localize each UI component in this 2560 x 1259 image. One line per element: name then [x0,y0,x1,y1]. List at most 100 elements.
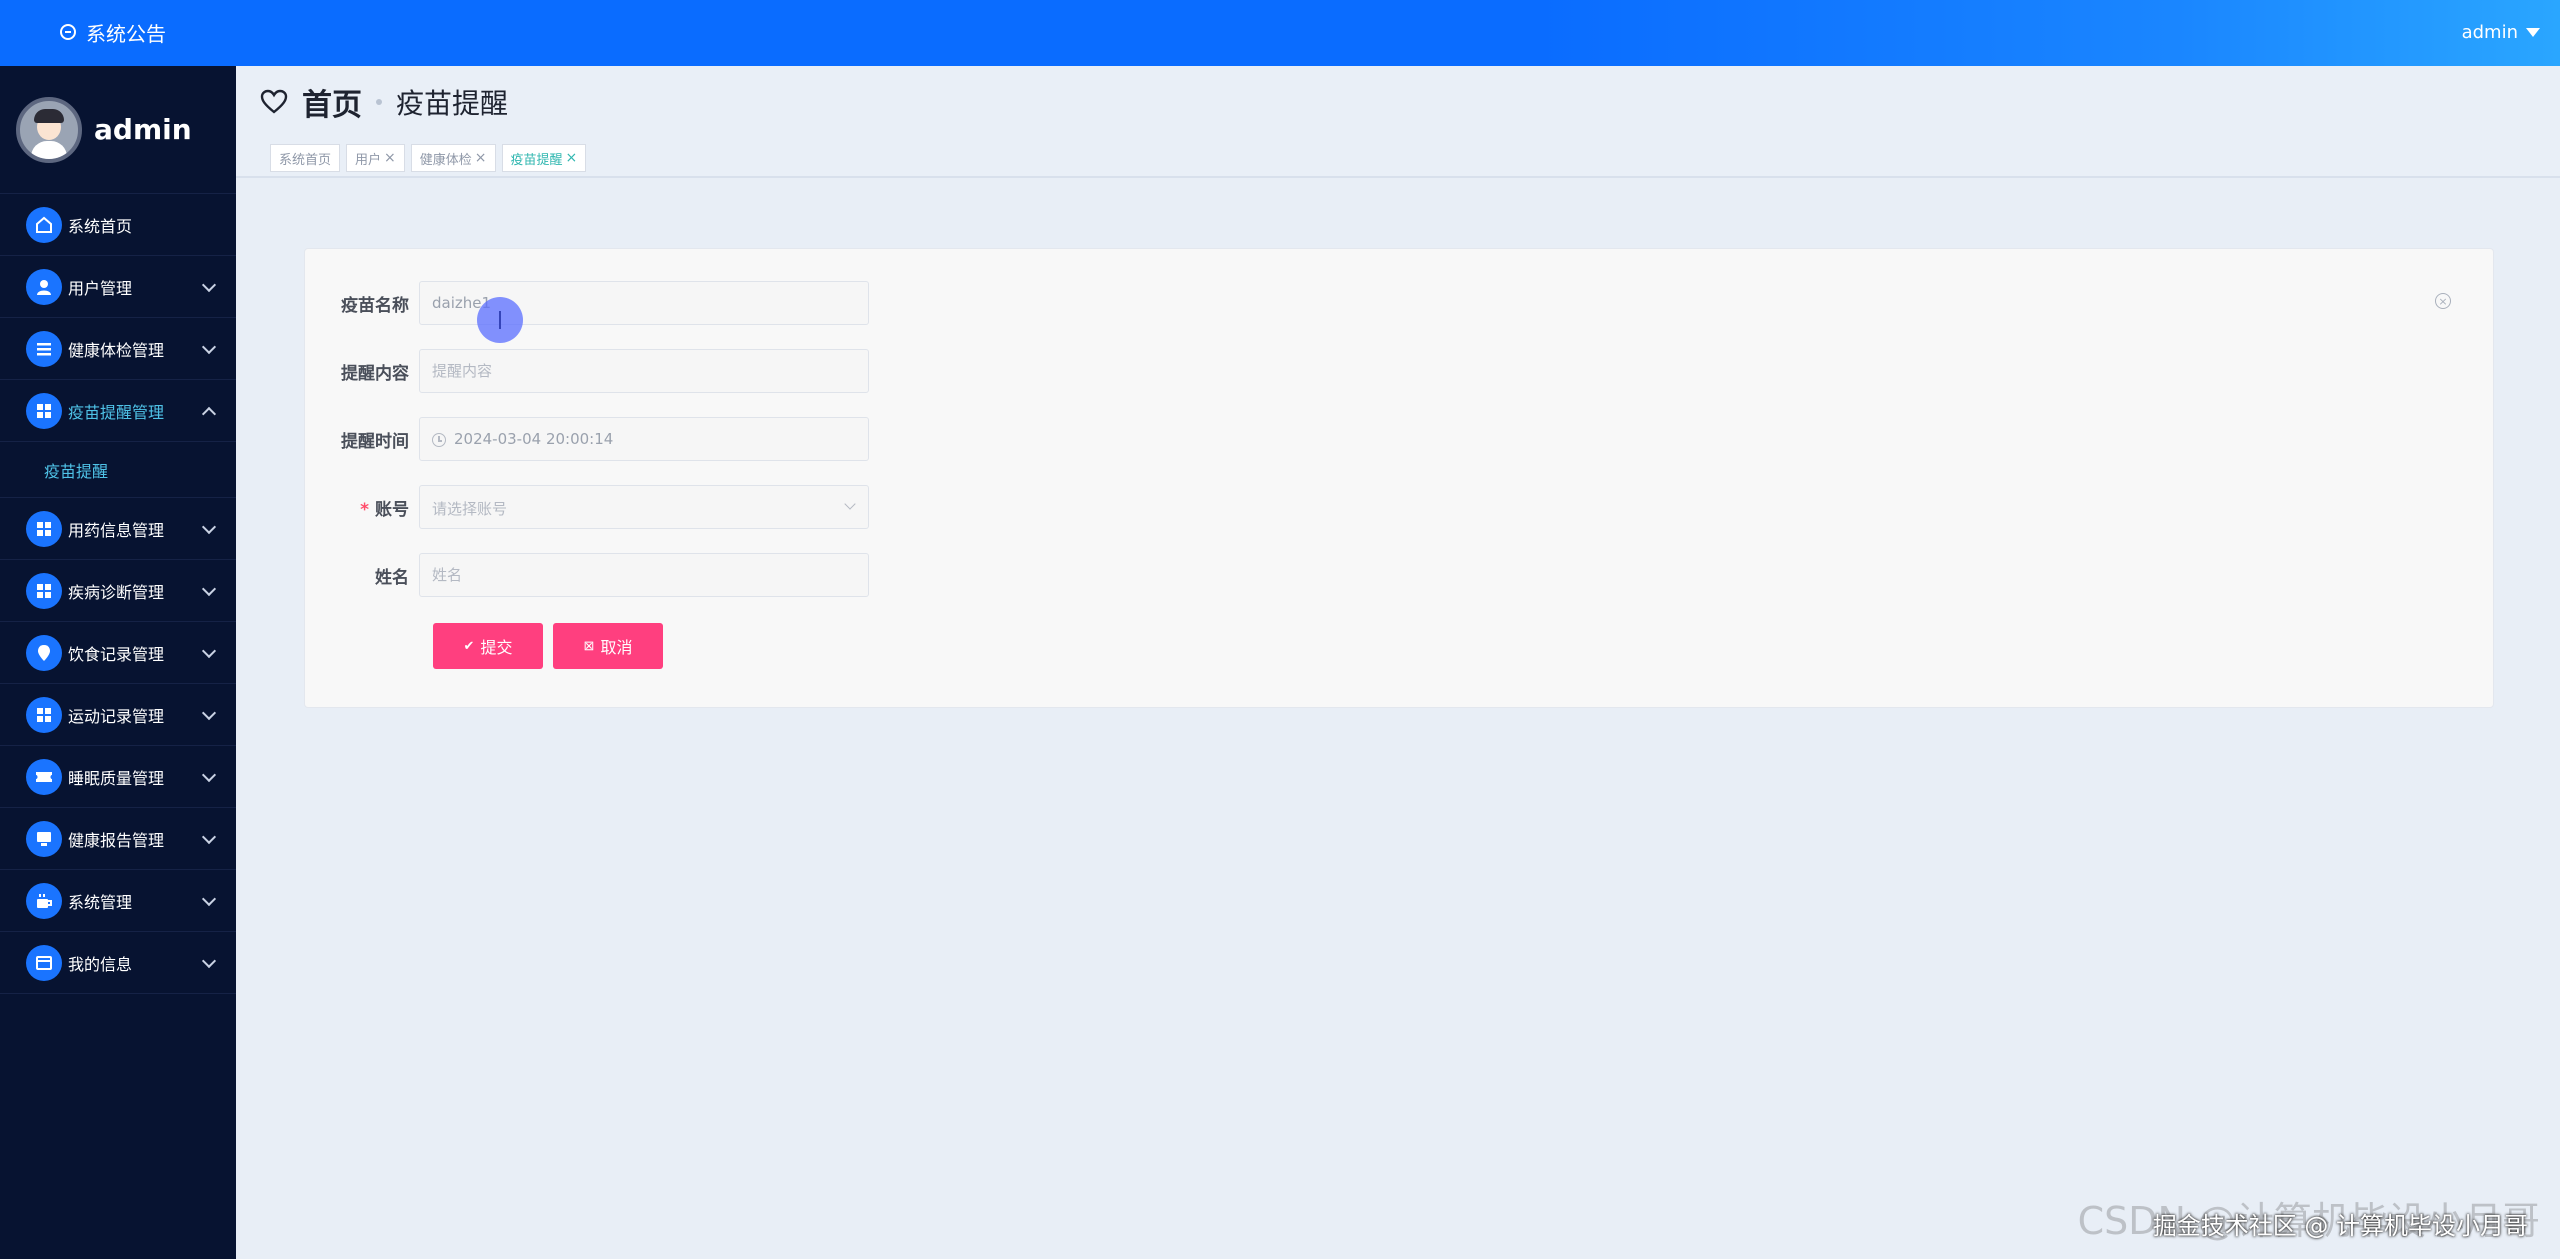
breadcrumb-separator [376,99,382,105]
chevron-down-icon [201,277,217,293]
tab-system-home[interactable]: 系统首页 [270,144,341,172]
form-row-vaccine-name: 疫苗名称 [305,281,869,325]
reminder-time-value: 2024-03-04 20:00:14 [454,430,614,448]
sidebar-item-label: 疾病诊断管理 [68,582,165,602]
chevron-down-icon [844,498,856,510]
chevron-down-icon [201,705,217,721]
user-icon [26,268,62,305]
sidebar-item-label: 健康体检管理 [68,340,165,360]
caret-down-icon [2526,27,2540,37]
check-icon: ✔ [463,638,475,653]
chevron-down-icon [201,519,217,535]
chevron-down-icon [201,829,217,845]
card-icon [26,944,62,981]
sidebar-item-label: 运动记录管理 [68,706,165,726]
submit-button[interactable]: ✔ 提交 [433,623,543,669]
account-label: * 账号 [305,495,419,520]
reminder-content-label: 提醒内容 [341,363,409,384]
close-circle-icon[interactable]: × [2435,293,2451,309]
form-row-name: 姓名 [305,553,869,597]
chevron-down-icon [201,339,217,355]
sidebar-item-health-check[interactable]: 健康体检管理 [0,318,236,380]
account-select-placeholder: 请选择账号 [432,500,508,518]
breadcrumb-home[interactable]: 首页 [302,80,362,124]
home-icon [26,206,62,243]
account-label-text: 账号 [375,499,409,520]
chevron-down-icon [201,953,217,969]
sidebar-item-exercise[interactable]: 运动记录管理 [0,684,236,746]
text-cursor [499,311,501,329]
sidebar-item-label: 我的信息 [68,954,133,974]
chevron-down-icon [201,767,217,783]
sidebar-item-label: 系统首页 [68,216,133,236]
sidebar-item-label: 健康报告管理 [68,830,165,850]
reminder-time-picker[interactable]: 2024-03-04 20:00:14 [419,417,869,461]
sidebar-item-health-report[interactable]: 健康报告管理 [0,808,236,870]
cancel-button[interactable]: ⊠ 取消 [553,623,663,669]
sidebar-item-label: 系统管理 [68,892,133,912]
grid-icon [26,392,62,429]
heart-icon [260,89,288,114]
grid-icon [26,510,62,547]
watermark-overlay: 掘金技术社区 @ 计算机毕设小月哥 [2152,1212,2528,1240]
sidebar-item-label: 用药信息管理 [68,520,165,540]
breadcrumb: 首页 疫苗提醒 [260,80,509,124]
sidebar-item-medication[interactable]: 用药信息管理 [0,498,236,560]
breadcrumb-current: 疫苗提醒 [396,87,509,120]
vaccine-name-label: 疫苗名称 [341,295,409,316]
announcement-link[interactable]: 系统公告 [60,18,166,46]
avatar [16,96,82,163]
sidebar-item-users[interactable]: 用户管理 [0,256,236,318]
tab-vaccine-reminder[interactable]: 疫苗提醒 × [501,144,587,172]
sidebar-item-label: 睡眠质量管理 [68,768,165,788]
reminder-time-label: 提醒时间 [341,431,409,452]
close-box-icon: ⊠ [583,638,595,653]
sidebar-item-diagnosis[interactable]: 疾病诊断管理 [0,560,236,622]
tab-label: 系统首页 [279,152,332,168]
list-icon [26,330,62,367]
clock-icon [432,433,446,447]
name-label: 姓名 [375,567,409,588]
tab-health-check[interactable]: 健康体检 × [410,144,496,172]
vaccine-reminder-form: × 疫苗名称 提醒内容 提醒时间 2024-03-04 20:00:14 * 账号… [304,248,2494,708]
grid-icon [26,572,62,609]
tab-user[interactable]: 用户 × [346,144,405,172]
reminder-content-input[interactable] [419,349,869,393]
chevron-down-icon [201,643,217,659]
sidebar-item-sleep[interactable]: 睡眠质量管理 [0,746,236,808]
close-icon[interactable]: × [566,150,578,166]
tab-tags: 系统首页 用户 × 健康体检 × 疫苗提醒 × [270,144,587,172]
ticket-icon [26,758,62,795]
sidebar-subitem-label: 疫苗提醒 [44,461,109,481]
close-icon[interactable]: × [475,150,487,166]
top-bar: 系统公告 admin [0,0,2560,66]
tab-label: 用户 [355,152,382,168]
tab-label: 疫苗提醒 [510,152,563,168]
sidebar-item-vaccine-reminder[interactable]: 疫苗提醒管理 [0,380,236,442]
name-input[interactable] [419,553,869,597]
announcement-label: 系统公告 [86,21,166,46]
sidebar-item-my-info[interactable]: 我的信息 [0,932,236,994]
submit-label: 提交 [480,640,513,657]
sidebar-item-home[interactable]: 系统首页 [0,194,236,256]
sidebar-subitem-vaccine-reminder[interactable]: 疫苗提醒 [0,442,236,498]
sidebar-profile: admin [0,66,236,194]
location-icon [26,634,62,671]
sidebar-item-label: 用户管理 [68,278,133,298]
content-header: 首页 疫苗提醒 系统首页 用户 × 健康体检 × 疫苗提醒 × [236,66,2560,178]
profile-name: admin [94,113,192,146]
account-select[interactable]: 请选择账号 [419,485,869,529]
form-row-reminder-time: 提醒时间 2024-03-04 20:00:14 [305,417,869,461]
form-row-reminder-content: 提醒内容 [305,349,869,393]
chevron-down-icon [201,581,217,597]
announcement-icon [60,24,76,40]
sidebar-item-system[interactable]: 系统管理 [0,870,236,932]
required-mark: * [360,499,369,520]
sidebar: admin 系统首页 用户管理 健康体检管理 疫苗提醒管理 疫苗提醒 用药信息管… [0,66,236,1259]
monitor-icon [26,820,62,857]
sidebar-item-label: 饮食记录管理 [68,644,165,664]
sidebar-item-diet[interactable]: 饮食记录管理 [0,622,236,684]
sidebar-item-label: 疫苗提醒管理 [68,402,165,422]
user-menu[interactable]: admin [2462,18,2540,46]
close-icon[interactable]: × [384,150,396,166]
